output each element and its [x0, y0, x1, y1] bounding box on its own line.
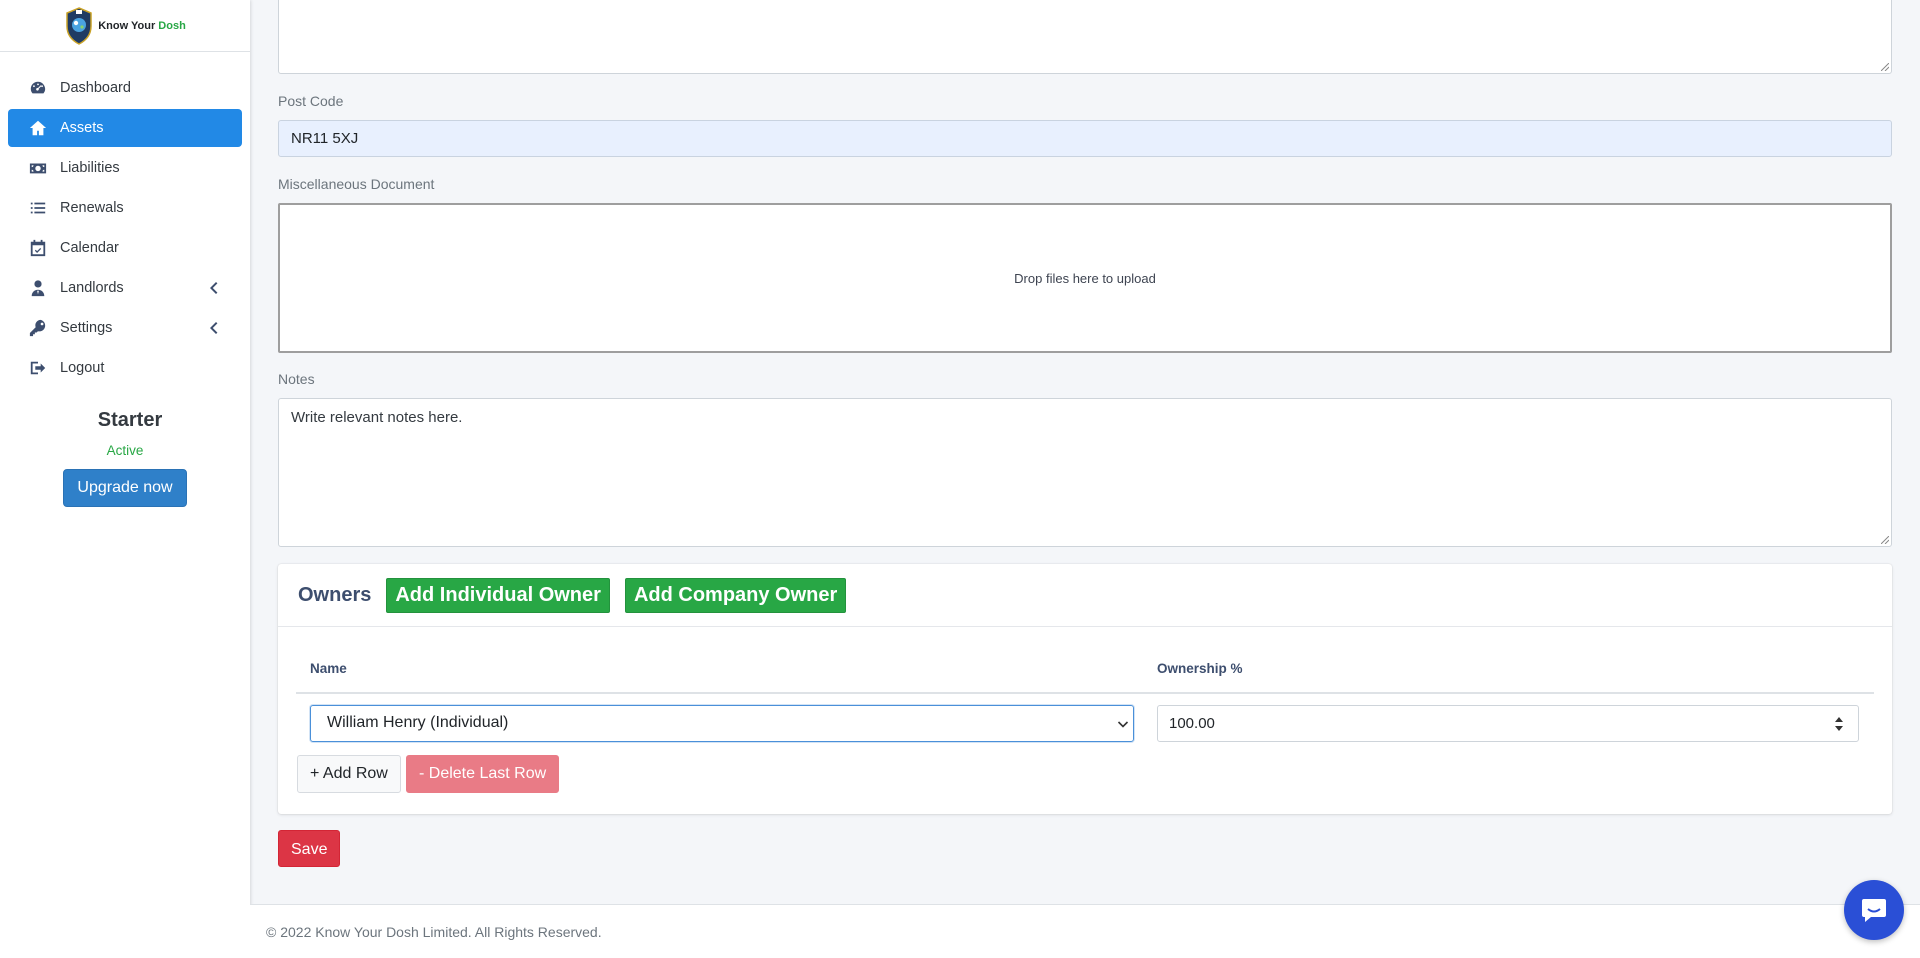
ownership-percent-input[interactable]: 100.00	[1157, 705, 1859, 742]
address-textarea[interactable]	[278, 0, 1892, 74]
sidebar-item-assets[interactable]: Assets	[8, 109, 242, 147]
sidebar-item-dashboard[interactable]: Dashboard	[8, 69, 242, 107]
add-individual-owner-button[interactable]: Add Individual Owner	[386, 577, 610, 613]
resize-handle-icon[interactable]	[1881, 536, 1889, 544]
money-bill-icon	[28, 159, 48, 177]
column-header-ownership: Ownership %	[1157, 661, 1243, 676]
chat-bubble-icon	[1862, 899, 1886, 922]
footer-copyright: © 2022 Know Your Dosh Limited. All Right…	[266, 924, 602, 940]
chevron-left-icon[interactable]	[208, 321, 218, 335]
dropzone-text: Drop files here to upload	[1014, 270, 1156, 286]
sign-out-icon	[28, 359, 48, 377]
brand-name: Know Your Dosh	[98, 20, 186, 32]
shield-logo-icon	[66, 6, 92, 45]
table-header-divider	[296, 692, 1874, 694]
sidebar-item-label: Settings	[60, 320, 113, 336]
brand[interactable]: Know Your Dosh	[0, 0, 250, 52]
postcode-input[interactable]: NR11 5XJ	[278, 120, 1892, 157]
resize-handle-icon[interactable]	[1881, 63, 1889, 71]
notes-text: Write relevant notes here.	[291, 409, 463, 426]
sidebar-item-label: Logout	[60, 360, 105, 376]
sidebar-item-settings[interactable]: Settings	[8, 309, 242, 347]
number-spinner-icon[interactable]	[1834, 715, 1844, 733]
plan-panel: Starter Active Upgrade now	[0, 409, 250, 507]
list-icon	[28, 199, 48, 217]
sidebar-item-label: Renewals	[60, 200, 124, 216]
brand-name-part2: Dosh	[158, 19, 186, 32]
chevron-down-icon	[1117, 721, 1129, 728]
sidebar-item-liabilities[interactable]: Liabilities	[8, 149, 242, 187]
dashboard-icon	[28, 79, 48, 97]
sidebar-item-label: Assets	[60, 120, 104, 136]
misc-document-label: Miscellaneous Document	[278, 176, 435, 192]
footer: © 2022 Know Your Dosh Limited. All Right…	[250, 904, 1920, 958]
key-icon	[28, 319, 48, 337]
owners-card: Owners Add Individual Owner Add Company …	[278, 564, 1892, 814]
sidebar-item-logout[interactable]: Logout	[8, 349, 242, 387]
sidebar-item-label: Liabilities	[60, 160, 120, 176]
postcode-label: Post Code	[278, 93, 344, 109]
column-header-name: Name	[310, 661, 347, 676]
sidebar-item-label: Dashboard	[60, 80, 131, 96]
sidebar-item-calendar[interactable]: Calendar	[8, 229, 242, 267]
add-company-owner-button[interactable]: Add Company Owner	[624, 577, 847, 613]
save-button[interactable]: Save	[278, 830, 341, 867]
plan-name: Starter	[97, 409, 163, 431]
calendar-check-icon	[28, 239, 48, 257]
file-dropzone[interactable]: Drop files here to upload	[278, 203, 1892, 353]
sidebar-item-label: Calendar	[60, 240, 119, 256]
sidebar-nav: Dashboard Assets Liabilities Renewals Ca…	[0, 52, 250, 387]
delete-last-row-button[interactable]: - Delete Last Row	[406, 755, 560, 793]
sidebar-item-renewals[interactable]: Renewals	[8, 189, 242, 227]
home-icon	[28, 119, 48, 137]
sidebar: Know Your Dosh Dashboard Assets Liabilit…	[0, 0, 250, 958]
chat-launcher-button[interactable]	[1844, 880, 1904, 940]
owner-name-select[interactable]: William Henry (Individual)	[310, 705, 1134, 742]
owners-title: Owners	[298, 583, 372, 606]
brand-name-part1: Know Your	[98, 19, 156, 32]
owners-card-header: Owners Add Individual Owner Add Company …	[278, 564, 1892, 627]
owner-name-value: William Henry (Individual)	[327, 714, 509, 731]
upgrade-button[interactable]: Upgrade now	[63, 469, 187, 507]
main-content: Post Code NR11 5XJ Miscellaneous Documen…	[250, 0, 1920, 958]
notes-label: Notes	[278, 371, 315, 387]
notes-textarea[interactable]: Write relevant notes here.	[278, 398, 1892, 547]
ownership-percent-value: 100.00	[1169, 715, 1215, 732]
user-tie-icon	[28, 279, 48, 297]
plan-status: Active	[106, 443, 144, 458]
sidebar-item-landlords[interactable]: Landlords	[8, 269, 242, 307]
add-row-button[interactable]: + Add Row	[297, 755, 401, 793]
chevron-left-icon[interactable]	[208, 281, 218, 295]
sidebar-item-label: Landlords	[60, 280, 124, 296]
